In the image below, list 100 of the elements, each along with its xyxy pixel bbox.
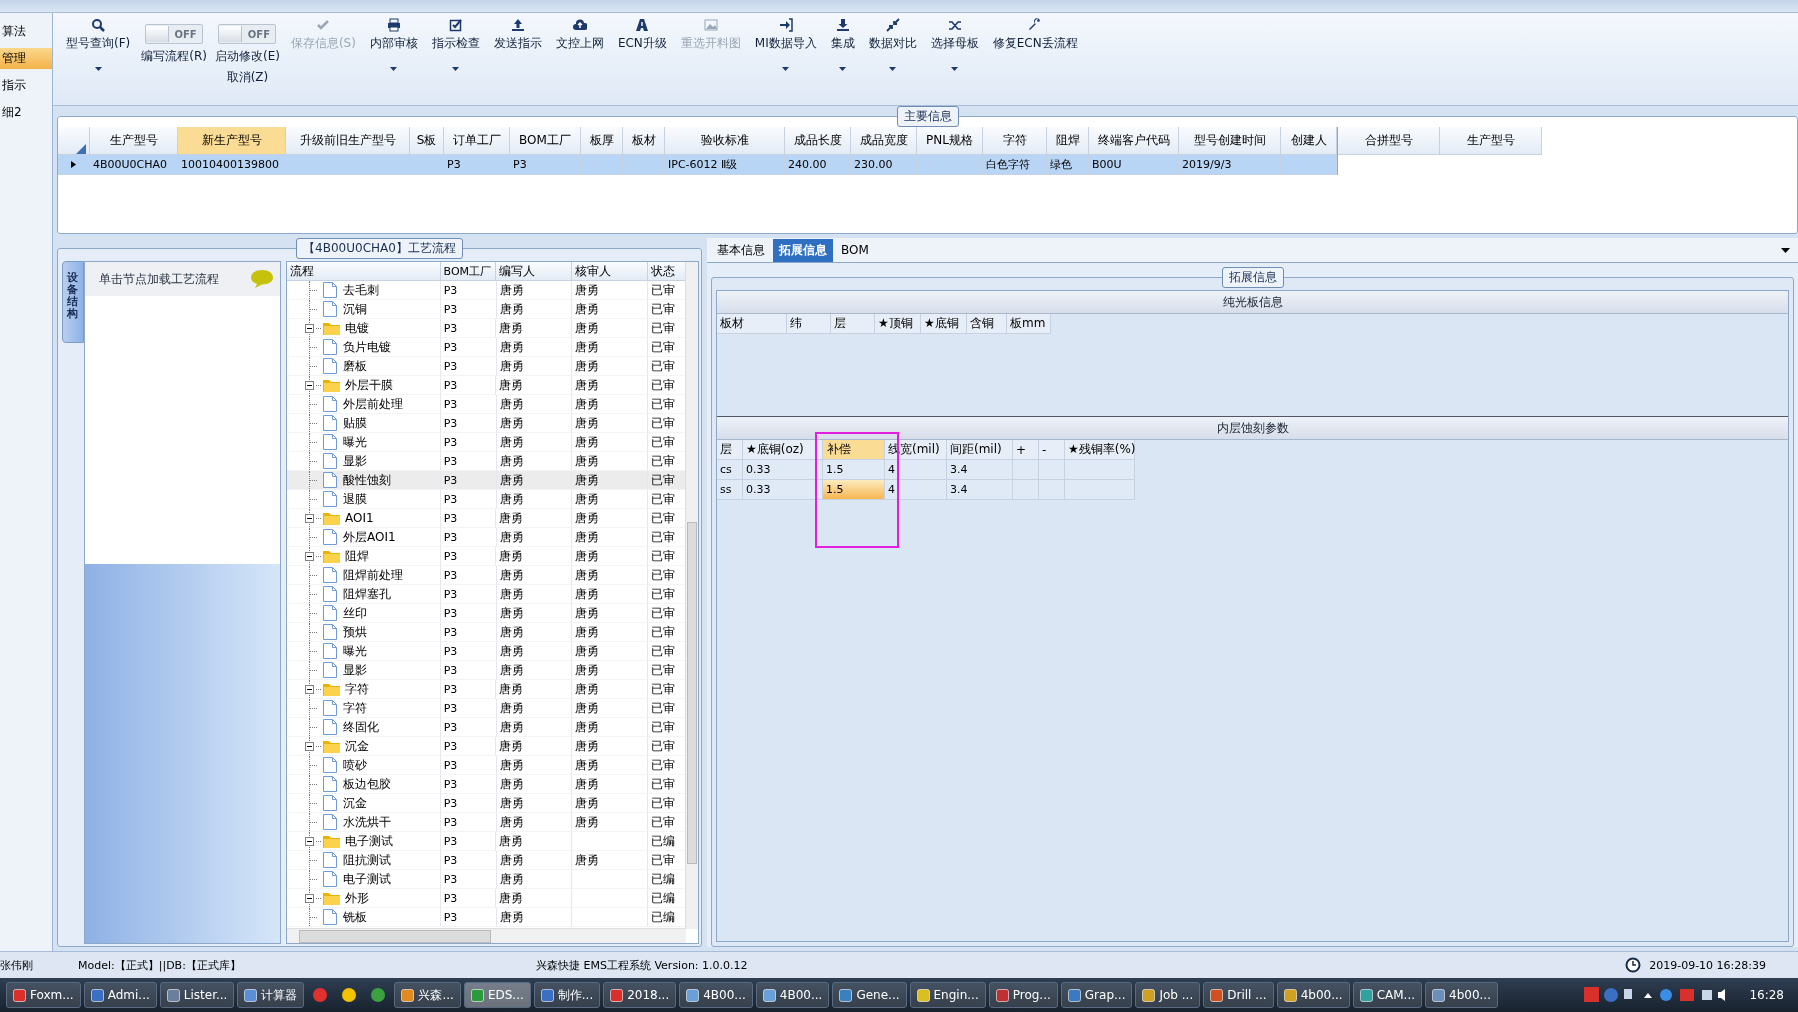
toggle-switch[interactable]: OFF: [218, 24, 277, 44]
taskbar-button[interactable]: 制作...: [533, 982, 601, 1008]
tree-row[interactable]: 电子测试 P3 唐勇 已编: [287, 832, 686, 851]
taskbar-button[interactable]: EDS...: [463, 982, 531, 1008]
table-cell[interactable]: [1065, 460, 1135, 480]
collapse-toggle-icon[interactable]: [305, 513, 314, 523]
tree-row[interactable]: 曝光 P3 唐勇 唐勇 已审: [287, 433, 686, 452]
taskbar-button[interactable]: 兴森...: [394, 982, 461, 1008]
column-header[interactable]: 补偿: [823, 440, 885, 460]
toggle-switch[interactable]: OFF: [145, 24, 204, 44]
column-header[interactable]: 合拼型号: [1338, 127, 1440, 155]
column-header[interactable]: 纬: [787, 314, 831, 334]
column-header[interactable]: 阻焊: [1047, 127, 1089, 155]
sidebar-item[interactable]: 算法: [0, 21, 52, 42]
toolbar-button[interactable]: 指示检查: [428, 17, 483, 53]
table-cell[interactable]: 3.4: [947, 480, 1013, 500]
caret-icon[interactable]: [94, 67, 102, 71]
column-header[interactable]: 升级前旧生产型号: [286, 127, 410, 155]
taskbar-button[interactable]: Admi...: [83, 982, 157, 1008]
dropdown-icon[interactable]: [1781, 247, 1790, 253]
table-cell[interactable]: 3.4: [947, 460, 1013, 480]
taskbar-button[interactable]: 2018...: [603, 982, 677, 1008]
table-cell[interactable]: ss: [717, 480, 743, 500]
column-header[interactable]: 创建人: [1281, 127, 1337, 155]
column-header[interactable]: 型号创建时间: [1179, 127, 1281, 155]
tree-row[interactable]: 酸性蚀刻 P3 唐勇 唐勇 已审: [287, 471, 686, 490]
corner-icon[interactable]: [76, 144, 86, 154]
toolbar-button[interactable]: MI数据导入: [751, 17, 820, 53]
column-header[interactable]: ★残铜率(%): [1065, 440, 1135, 460]
tree-row[interactable]: 沉金 P3 唐勇 唐勇 已审: [287, 737, 686, 756]
table-cell[interactable]: 1.5: [823, 480, 885, 500]
column-header[interactable]: 订单工厂: [444, 127, 510, 155]
column-header[interactable]: 层: [831, 314, 875, 334]
column-header[interactable]: 含铜: [967, 314, 1007, 334]
taskbar-button[interactable]: 计算器: [237, 982, 305, 1008]
column-header[interactable]: 板材: [623, 127, 665, 155]
column-header[interactable]: ★顶铜: [875, 314, 921, 334]
tree-row[interactable]: 外层AOI1 P3 唐勇 唐勇 已审: [287, 528, 686, 547]
tree-row[interactable]: 去毛刺 P3 唐勇 唐勇 已审: [287, 281, 686, 300]
tree-row[interactable]: 外层干膜 P3 唐勇 唐勇 已审: [287, 376, 686, 395]
toolbar-button[interactable]: 数据对比: [865, 17, 920, 53]
column-header[interactable]: PNL规格: [917, 127, 983, 155]
tree-row[interactable]: 字符 P3 唐勇 唐勇 已审: [287, 699, 686, 718]
tree-row[interactable]: 铣板 P3 唐勇 已编: [287, 908, 686, 927]
taskbar-button[interactable]: Drill ...: [1203, 982, 1274, 1008]
column-header[interactable]: 终端客户代码: [1089, 127, 1179, 155]
tree-row[interactable]: 板边包胶 P3 唐勇 唐勇 已审: [287, 775, 686, 794]
collapse-toggle-icon[interactable]: [305, 741, 314, 751]
tree-row[interactable]: AOI1 P3 唐勇 唐勇 已审: [287, 509, 686, 528]
tree-row[interactable]: 喷砂 P3 唐勇 唐勇 已审: [287, 756, 686, 775]
column-header[interactable]: 成品长度: [785, 127, 851, 155]
caret-icon[interactable]: [452, 67, 460, 71]
table-cell[interactable]: 1.5: [823, 460, 885, 480]
column-header[interactable]: S板: [410, 127, 444, 155]
table-cell[interactable]: 4: [885, 480, 947, 500]
column-header[interactable]: 字符: [983, 127, 1047, 155]
taskbar-button[interactable]: 4b00...: [1276, 982, 1350, 1008]
scrollbar[interactable]: [287, 928, 686, 943]
scrollbar[interactable]: [685, 262, 698, 929]
toolbar-button[interactable]: ECN升级: [614, 17, 670, 53]
column-header[interactable]: 核审人: [572, 262, 649, 281]
tab[interactable]: 拓展信息: [773, 238, 833, 262]
toolbar-button[interactable]: 选择母板: [927, 17, 982, 53]
toolbar-button[interactable]: 文控上网: [552, 17, 607, 53]
collapse-toggle-icon[interactable]: [305, 684, 314, 694]
table-cell[interactable]: [1013, 460, 1039, 480]
column-header[interactable]: 生产型号: [1440, 127, 1542, 155]
tree-row[interactable]: 阻焊前处理 P3 唐勇 唐勇 已审: [287, 566, 686, 585]
column-header[interactable]: 间距(mil): [947, 440, 1013, 460]
vertical-tab[interactable]: 设备结构: [62, 261, 84, 343]
sidebar-item[interactable]: 管理: [0, 48, 52, 69]
taskbar-button[interactable]: Engin...: [909, 982, 986, 1008]
column-header[interactable]: BOM工厂: [440, 262, 497, 281]
table-cell[interactable]: 4: [885, 460, 947, 480]
column-header[interactable]: 板厚: [581, 127, 623, 155]
toolbar-button[interactable]: 型号查询(F): [63, 17, 134, 53]
column-header[interactable]: 验收标准: [665, 127, 785, 155]
taskbar-button[interactable]: Gene...: [832, 982, 907, 1008]
tree-row[interactable]: 外层前处理 P3 唐勇 唐勇 已审: [287, 395, 686, 414]
column-header[interactable]: 板mm: [1007, 314, 1051, 334]
table-cell[interactable]: [1039, 460, 1065, 480]
tree-row[interactable]: 阻焊 P3 唐勇 唐勇 已审: [287, 547, 686, 566]
tree-row[interactable]: 外形 P3 唐勇 已编: [287, 889, 686, 908]
taskbar-button[interactable]: Job ...: [1135, 982, 1201, 1008]
table-cell[interactable]: 0.33: [743, 480, 823, 500]
collapse-toggle-icon[interactable]: [305, 323, 314, 333]
column-header[interactable]: BOM工厂: [510, 127, 581, 155]
tree-row[interactable]: 阻抗测试 P3 唐勇 唐勇 已审: [287, 851, 686, 870]
tree-row[interactable]: 终固化 P3 唐勇 唐勇 已审: [287, 718, 686, 737]
caret-icon[interactable]: [839, 67, 847, 71]
column-header[interactable]: 层: [717, 440, 743, 460]
table-cell[interactable]: cs: [717, 460, 743, 480]
caret-icon[interactable]: [390, 67, 398, 71]
taskbar-button[interactable]: 4B00...: [755, 982, 830, 1008]
toolbar-button[interactable]: 集成: [827, 17, 858, 53]
table-cell[interactable]: [1013, 480, 1039, 500]
tree-row[interactable]: 贴膜 P3 唐勇 唐勇 已审: [287, 414, 686, 433]
caret-icon[interactable]: [951, 67, 959, 71]
taskbar-button[interactable]: Lister...: [159, 982, 235, 1008]
sidebar-item[interactable]: 细2: [0, 102, 52, 123]
